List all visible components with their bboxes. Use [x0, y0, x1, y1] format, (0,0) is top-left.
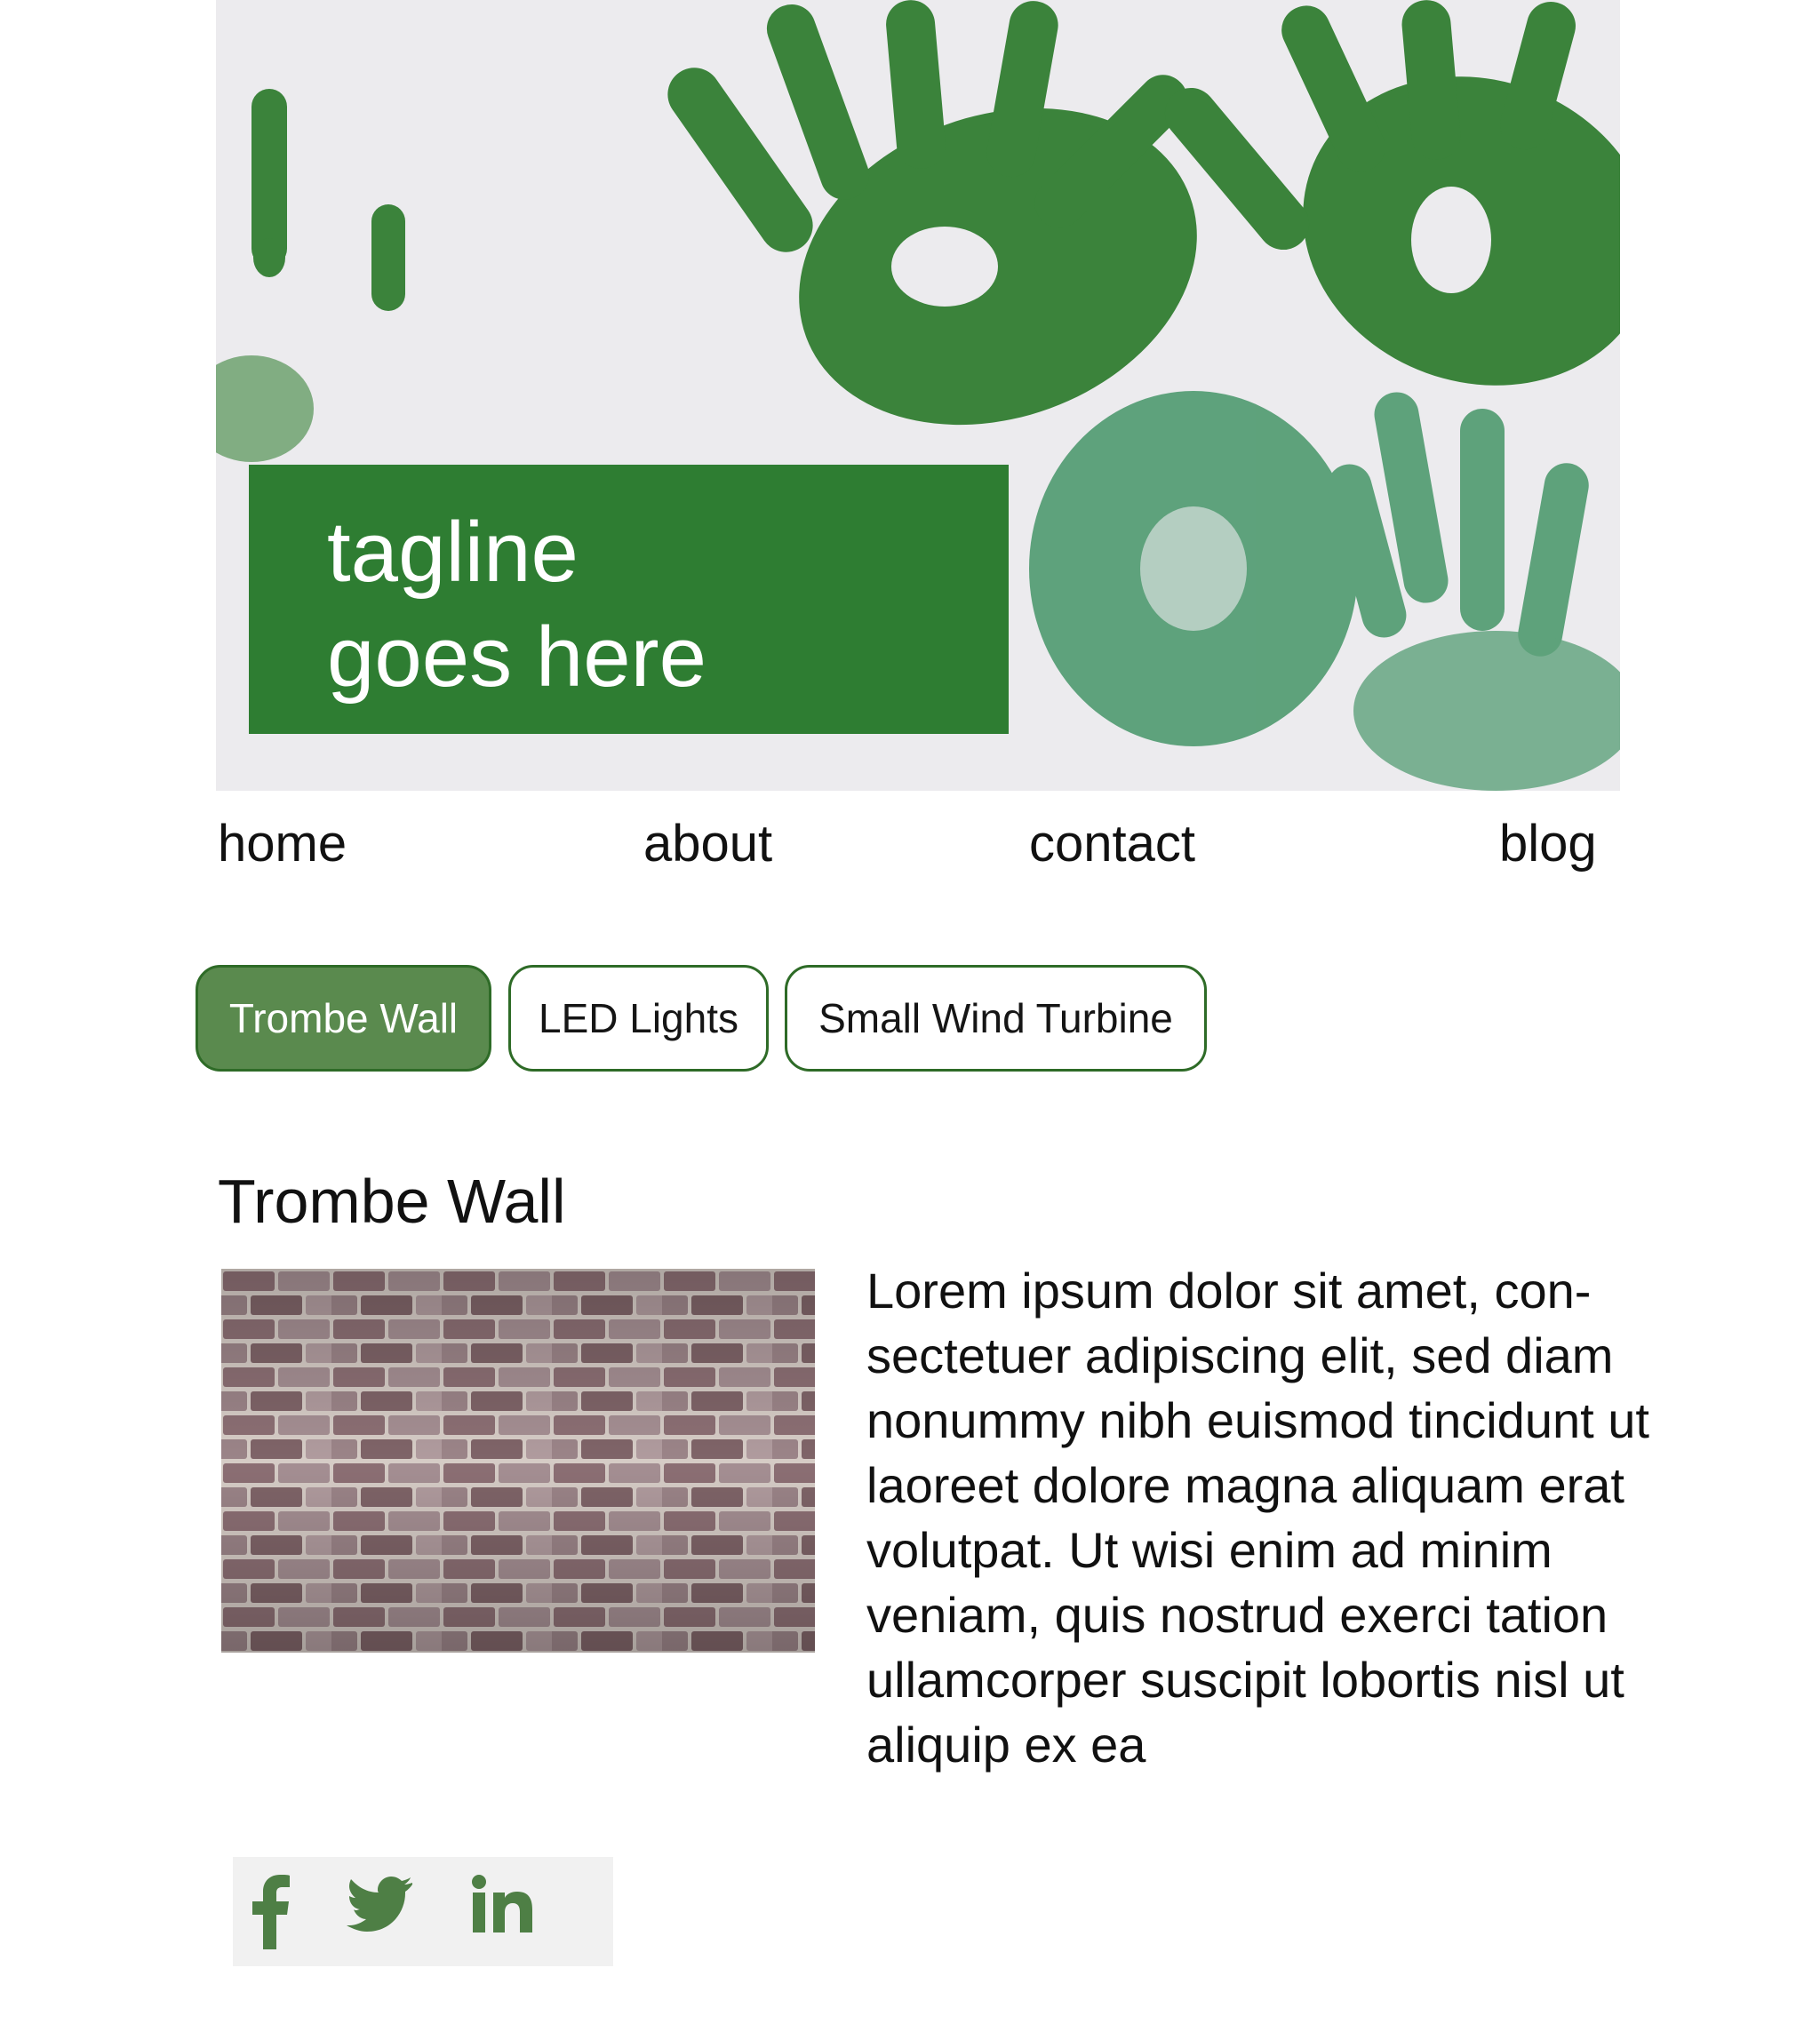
tagline-line-1: tagline	[327, 505, 579, 600]
tagline-line-2: goes here	[327, 610, 706, 705]
hero-banner: tagline goes here	[216, 0, 1620, 791]
nav-blog-link[interactable]: blog	[1499, 813, 1597, 875]
brick-wall-image	[221, 1269, 815, 1653]
section-title: Trombe Wall	[218, 1167, 566, 1236]
tagline: tagline goes here	[327, 500, 967, 710]
tab-small-wind-turbine[interactable]: Small Wind Turbine	[785, 965, 1207, 1072]
tab-trombe-wall[interactable]: Trombe Wall	[196, 965, 491, 1072]
linkedin-icon[interactable]	[471, 1875, 533, 1933]
nav-about-link[interactable]: about	[643, 813, 772, 875]
nav-home-link[interactable]: home	[218, 813, 347, 875]
section-body-text: Lorem ipsum dolor sit amet, con-sectetue…	[866, 1263, 1649, 1773]
facebook-icon[interactable]	[249, 1873, 291, 1949]
tagline-box: tagline goes here	[249, 465, 1009, 734]
social-links	[233, 1857, 613, 1966]
nav-contact-link[interactable]: contact	[1029, 813, 1195, 875]
twitter-icon[interactable]	[347, 1877, 412, 1932]
tab-led-lights[interactable]: LED Lights	[508, 965, 769, 1072]
